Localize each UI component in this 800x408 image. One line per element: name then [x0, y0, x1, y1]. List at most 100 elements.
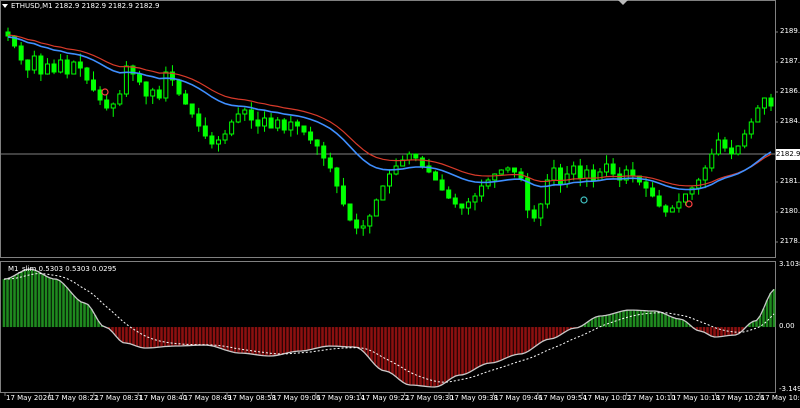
time-axis-label: 17 May 10:10 [627, 394, 676, 402]
signal-marker-icon [580, 196, 588, 204]
candle-bear [294, 121, 300, 127]
candle-bear [18, 45, 24, 61]
candle-bear [722, 139, 728, 149]
trading-chart-window[interactable]: ETHUSD,M1 2182.9 2182.9 2182.9 2182.9 21… [0, 0, 800, 404]
candle-bear [51, 63, 57, 73]
main-pane-frame [0, 0, 776, 258]
price-tick-label: 2187.5 [780, 57, 800, 65]
candle-bear [630, 169, 636, 177]
candle-bull [702, 167, 708, 181]
candle-bear [334, 167, 340, 187]
candle-bear [663, 205, 669, 213]
candle-bear [340, 185, 346, 205]
candle-bull [150, 89, 156, 97]
candle-bear [419, 157, 425, 167]
candle-bull [465, 201, 471, 209]
candle-bear [183, 93, 189, 105]
indicator-tick-label: 3.1038 [779, 260, 800, 268]
candle-bull [544, 179, 550, 205]
dropdown-triangle-icon[interactable] [2, 4, 8, 8]
candle-bear [202, 125, 208, 137]
time-axis-label: 17 May 09:46 [494, 394, 543, 402]
candle-bull [571, 165, 577, 175]
candle-bear [656, 195, 662, 207]
signal-marker-icon [685, 200, 693, 208]
candle-bull [275, 119, 281, 129]
candle-bear [308, 131, 314, 141]
candle-bull [472, 195, 478, 203]
indicator-title: M1_slim 0.5303 0.5303 0.0295 [8, 265, 117, 273]
time-axis-label: 17 May 09:14 [316, 394, 365, 402]
time-axis-label: 17 May 09:22 [361, 394, 410, 402]
candle-bull [262, 117, 268, 127]
time-axis-label: 17 May 08:49 [183, 394, 232, 402]
chart-title: ETHUSD,M1 2182.9 2182.9 2182.9 2182.9 [2, 2, 160, 10]
candle-bear [511, 167, 517, 173]
candle-bull [715, 139, 721, 155]
current-price-label: 2182.9 [776, 148, 800, 160]
indicator-tick-label: 0.00 [779, 322, 795, 331]
price-tick-label: 2178.5 [780, 237, 800, 245]
candle-bull [31, 55, 37, 71]
candle-bull [709, 153, 715, 169]
candle-bull [288, 121, 294, 131]
candle-bear [327, 157, 333, 169]
candle-bull [669, 207, 675, 213]
candle-bull [755, 107, 761, 123]
candle-bear [189, 103, 195, 115]
candle-bear [321, 145, 327, 159]
candle-bear [459, 203, 465, 209]
moving-average-red [7, 34, 772, 187]
candle-bear [281, 119, 287, 131]
candle-bull [222, 133, 228, 141]
candle-bull [538, 203, 544, 219]
candle-bear [196, 113, 202, 127]
candle-bull [682, 193, 688, 203]
candle-bear [209, 135, 215, 145]
candle-bull [123, 65, 129, 95]
price-tick-label: 2180.0 [780, 207, 800, 215]
price-tick-label: 2186.0 [780, 87, 800, 95]
candle-bear [268, 117, 274, 129]
candle-bull [498, 169, 504, 175]
time-axis-label: 17 May 09:38 [450, 394, 499, 402]
time-axis-label: 17 May 2026 [6, 394, 52, 402]
candle-bear [77, 61, 83, 69]
candle-bull [479, 185, 485, 197]
candle-bear [531, 209, 537, 219]
candle-bull [360, 225, 366, 229]
candle-bear [439, 179, 445, 191]
symbol-info: ETHUSD,M1 2182.9 2182.9 2182.9 2182.9 [11, 2, 160, 10]
chart-canvas[interactable] [0, 0, 800, 404]
candle-bull [564, 173, 570, 185]
candle-bull [696, 179, 702, 189]
time-axis-label: 17 May 08:40 [139, 394, 188, 402]
candle-bear [255, 119, 261, 127]
candle-bull [44, 63, 50, 75]
time-axis-label: 17 May 10:18 [672, 394, 721, 402]
candle-bull [242, 109, 248, 115]
candle-bear [38, 55, 44, 75]
candle-bull [492, 173, 498, 181]
candle-bull [505, 167, 511, 171]
candle-bear [768, 97, 774, 107]
signal-marker-icon [101, 88, 109, 96]
candle-bear [446, 189, 452, 199]
time-axis-label: 17 May 08:58 [228, 394, 277, 402]
time-axis-label: 17 May 10:26 [716, 394, 765, 402]
candle-bear [91, 79, 97, 91]
scroll-position-marker-icon[interactable] [618, 0, 628, 5]
candle-bull [380, 185, 386, 201]
candle-bear [729, 147, 735, 155]
candle-bull [676, 201, 682, 209]
candle-bull [742, 133, 748, 147]
candle-bear [248, 109, 254, 121]
time-axis-label: 17 May 10:34 [760, 394, 800, 402]
candle-bear [610, 163, 616, 175]
candle-bear [643, 181, 649, 189]
candle-bull [406, 153, 412, 161]
price-tick-label: 2189.0 [780, 27, 800, 35]
candle-bull [163, 71, 169, 99]
candle-bear [84, 67, 90, 81]
candle-bull [748, 121, 754, 135]
